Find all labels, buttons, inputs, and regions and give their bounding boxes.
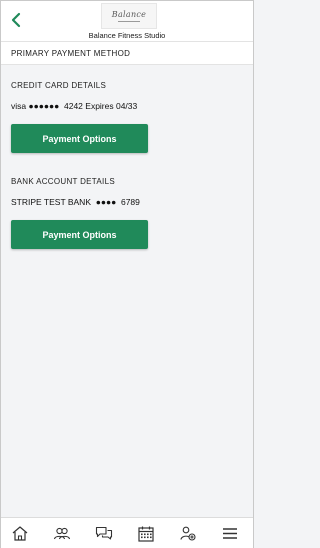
studio-logo: Balance [101, 3, 157, 29]
bank-account-payment-options-button[interactable]: Payment Options [11, 220, 148, 249]
account-icon[interactable] [179, 525, 197, 542]
home-icon[interactable] [11, 525, 29, 542]
section-header: PRIMARY PAYMENT METHOD [1, 41, 253, 65]
bottom-nav [1, 517, 253, 548]
logo-underline [118, 21, 140, 22]
chat-icon[interactable] [95, 525, 113, 542]
credit-card-detail: visa ●●●●●● 4242 Expires 04/33 [11, 101, 138, 111]
calendar-icon[interactable] [137, 525, 155, 542]
studio-name: Balance Fitness Studio [88, 31, 166, 40]
bank-account-label: BANK ACCOUNT DETAILS [11, 177, 115, 186]
menu-icon[interactable] [221, 525, 239, 542]
users-icon[interactable] [53, 525, 71, 542]
bank-account-detail: STRIPE TEST BANK ●●●● 6789 [11, 197, 140, 207]
credit-card-label: CREDIT CARD DETAILS [11, 81, 107, 90]
credit-card-payment-options-button[interactable]: Payment Options [11, 124, 148, 153]
app-screen: Balance Balance Fitness Studio PRIMARY P… [0, 0, 254, 548]
logo-text: Balance [111, 10, 147, 19]
section-title: PRIMARY PAYMENT METHOD [11, 49, 131, 58]
chevron-left-icon[interactable] [9, 10, 23, 30]
header: Balance Balance Fitness Studio [1, 1, 253, 41]
